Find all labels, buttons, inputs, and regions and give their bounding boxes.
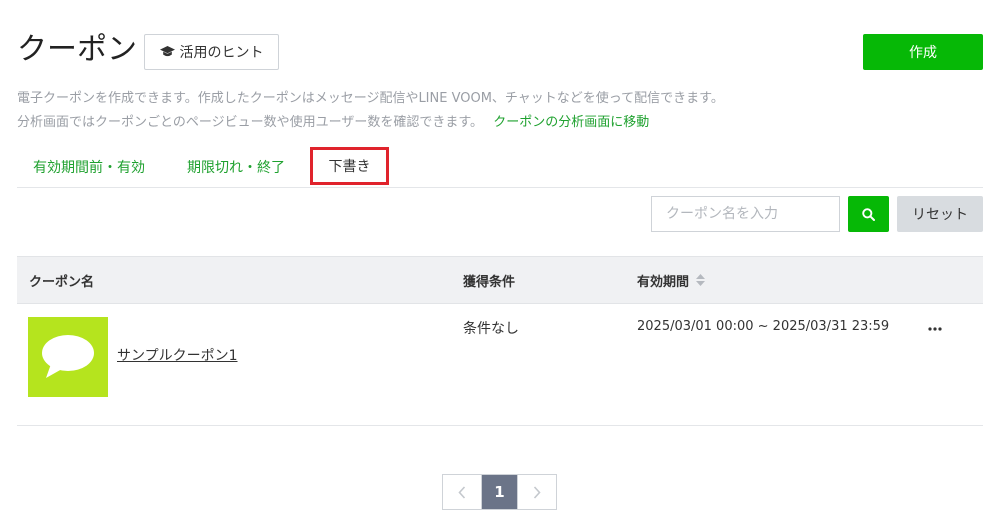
search-icon: [862, 207, 875, 221]
column-header-coupon-name: クーポン名: [29, 274, 95, 290]
tab-active-period[interactable]: 有効期間前・有効: [33, 148, 145, 186]
column-header-condition: 獲得条件: [463, 274, 516, 290]
hint-label: 活用のヒント: [179, 45, 264, 61]
column-header-period-label: 有効期間: [637, 274, 690, 290]
next-page-button[interactable]: [518, 475, 556, 509]
sort-icon: [696, 274, 706, 286]
description-line-2: 分析画面ではクーポンごとのページビュー数や使用ユーザー数を確認できます。 クーポ…: [17, 111, 724, 135]
condition-cell: 条件なし: [463, 321, 519, 337]
description-line-1: 電子クーポンを作成できます。作成したクーポンはメッセージ配信やLINE VOOM…: [17, 91, 724, 106]
speech-bubble-icon: [40, 333, 96, 381]
table-header: クーポン名 獲得条件 有効期間: [17, 256, 983, 304]
more-actions-button[interactable]: [923, 317, 947, 341]
column-header-period[interactable]: 有効期間: [637, 257, 706, 303]
tab-expired[interactable]: 期限切れ・終了: [187, 148, 285, 186]
coupon-page: クーポン 活用のヒント 作成 電子クーポンを作成できます。作成したクーポンはメッ…: [0, 0, 1005, 517]
hint-button[interactable]: 活用のヒント: [144, 34, 279, 70]
description-line-2-text: 分析画面ではクーポンごとのページビュー数や使用ユーザー数を確認できます。: [17, 115, 484, 130]
page-title: クーポン: [17, 32, 137, 67]
chevron-left-icon: [458, 485, 466, 499]
reset-button[interactable]: リセット: [897, 196, 983, 232]
tabs-divider: [17, 187, 983, 188]
page-description: 電子クーポンを作成できます。作成したクーポンはメッセージ配信やLINE VOOM…: [17, 87, 724, 135]
coupon-name-link[interactable]: サンプルクーポン1: [117, 345, 238, 365]
ellipsis-icon: [928, 327, 942, 331]
period-cell: 2025/03/01 00:00 ~ 2025/03/31 23:59: [637, 319, 890, 334]
graduation-cap-icon: [159, 46, 175, 58]
pagination: 1: [442, 474, 557, 510]
coupon-thumbnail: [28, 317, 108, 397]
create-button[interactable]: 作成: [863, 34, 983, 70]
chevron-right-icon: [533, 485, 541, 499]
table-row: サンプルクーポン1 条件なし 2025/03/01 00:00 ~ 2025/0…: [17, 305, 983, 426]
tab-draft[interactable]: 下書き: [310, 147, 389, 185]
prev-page-button[interactable]: [443, 475, 481, 509]
analytics-link[interactable]: クーポンの分析画面に移動: [493, 115, 649, 130]
page-number-current[interactable]: 1: [480, 475, 519, 509]
search-button[interactable]: [848, 196, 889, 232]
status-tabs: 有効期間前・有効 期限切れ・終了 下書き: [17, 147, 983, 188]
coupon-search-input[interactable]: [651, 196, 840, 232]
